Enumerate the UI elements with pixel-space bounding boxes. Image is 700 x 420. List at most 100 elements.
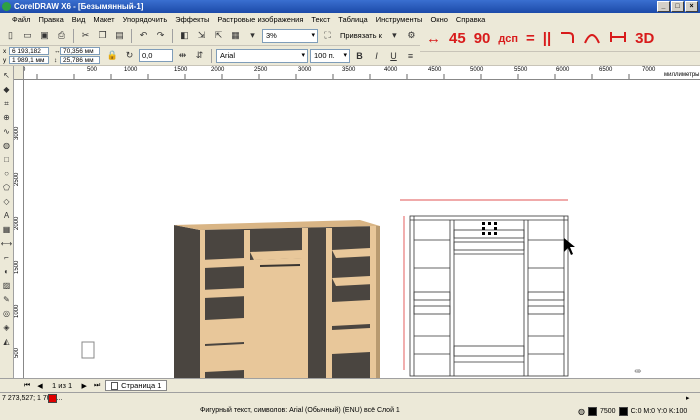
- rectangle-tool-icon[interactable]: □: [2, 154, 12, 165]
- menu-file[interactable]: Файл: [2, 15, 34, 24]
- horizontal-ruler[interactable]: 0 500 1000 1500 2000 2500 3000 3500 4000…: [24, 66, 700, 80]
- dimension-lines[interactable]: [400, 199, 568, 378]
- cut-icon[interactable]: ✂: [78, 28, 93, 43]
- fill-indicator[interactable]: ◍ 7500 C:0 M:0 Y:0 K:100: [578, 407, 687, 416]
- freehand-tool-icon[interactable]: ∿: [2, 126, 12, 137]
- shape-tool-icon[interactable]: ◆: [2, 84, 12, 95]
- navigator-icon[interactable]: ⇼: [634, 367, 642, 377]
- y-position-input[interactable]: 1 989,1 мм: [9, 55, 49, 64]
- y-axis-label: y: [3, 56, 7, 64]
- zoom-level-select[interactable]: 3%: [262, 28, 318, 43]
- font-family-select[interactable]: Arial: [216, 48, 308, 63]
- maximize-button[interactable]: □: [671, 1, 684, 12]
- crop-tool-icon[interactable]: ⌗: [2, 98, 12, 109]
- macro-arc-button[interactable]: [579, 30, 605, 48]
- menu-table[interactable]: Таблица: [334, 15, 371, 24]
- text-tool-icon[interactable]: A: [2, 210, 12, 221]
- next-page-icon[interactable]: ▶: [79, 382, 89, 390]
- first-page-icon[interactable]: ⏮: [22, 382, 32, 390]
- macro-45-button[interactable]: 45: [445, 30, 470, 47]
- publish-pdf-icon[interactable]: ▦: [228, 28, 243, 43]
- x-position-input[interactable]: 6 193,182 мм: [9, 46, 49, 62]
- menu-view[interactable]: Вид: [68, 15, 90, 24]
- print-icon[interactable]: ⎙: [54, 28, 69, 43]
- page-navigator: ⏮ ◀ 1 из 1 ▶ ⏭ Страница 1: [0, 378, 700, 392]
- macro-double-arrow-button[interactable]: ↔: [422, 30, 445, 47]
- table-tool-icon[interactable]: ▦: [2, 224, 12, 235]
- export-icon[interactable]: ⇱: [211, 28, 226, 43]
- rotation-angle-input[interactable]: 0,0: [139, 49, 173, 62]
- ruler-origin[interactable]: [14, 66, 24, 80]
- ellipse-tool-icon[interactable]: ○: [2, 168, 12, 179]
- last-page-icon[interactable]: ⏭: [92, 382, 102, 390]
- menu-edit[interactable]: Правка: [34, 15, 67, 24]
- menu-text[interactable]: Текст: [307, 15, 334, 24]
- lock-ratio-icon[interactable]: 🔒: [105, 48, 120, 63]
- close-button[interactable]: ×: [685, 1, 698, 12]
- options-icon[interactable]: ⚙: [404, 28, 419, 43]
- chevron-down-icon[interactable]: ▾: [387, 28, 402, 43]
- mirror-horizontal-icon[interactable]: ⇹: [175, 48, 190, 63]
- wardrobe-front-drawing[interactable]: [409, 215, 569, 377]
- menu-tools[interactable]: Инструменты: [372, 15, 427, 24]
- blend-tool-icon[interactable]: ◐: [2, 266, 12, 277]
- menu-layout[interactable]: Макет: [89, 15, 118, 24]
- eyedropper-tool-icon[interactable]: ✎: [2, 294, 12, 305]
- prev-page-icon[interactable]: ◀: [35, 382, 45, 390]
- italic-icon[interactable]: I: [369, 48, 384, 63]
- macro-dsp-button[interactable]: дсп: [494, 33, 522, 45]
- width-input[interactable]: 70,356 мм: [60, 46, 100, 55]
- color-swatch[interactable]: [48, 394, 57, 403]
- paste-icon[interactable]: ▤: [112, 28, 127, 43]
- menu-bitmaps[interactable]: Растровые изображения: [213, 15, 307, 24]
- open-icon[interactable]: ▭: [20, 28, 35, 43]
- page-count: 1 из 1: [52, 381, 73, 390]
- outline-tool-icon[interactable]: ◎: [2, 308, 12, 319]
- dimension-tool-icon[interactable]: ⟷: [1, 238, 12, 249]
- toolbar-separator: [172, 28, 173, 43]
- macro-parallel-button[interactable]: ||: [539, 30, 555, 47]
- polygon-tool-icon[interactable]: ⬠: [2, 182, 12, 193]
- minimize-button[interactable]: _: [657, 1, 670, 12]
- copy-icon[interactable]: ❐: [95, 28, 110, 43]
- mirror-vertical-icon[interactable]: ⇵: [192, 48, 207, 63]
- page-tab-1[interactable]: Страница 1: [105, 380, 168, 391]
- app-launcher-icon[interactable]: ▾: [245, 28, 260, 43]
- import-icon[interactable]: ⇲: [194, 28, 209, 43]
- fill-tool-icon[interactable]: ◈: [2, 322, 12, 333]
- scroll-right-icon[interactable]: ▸: [686, 394, 698, 405]
- macro-corner-button[interactable]: [555, 30, 579, 48]
- vertical-ruler[interactable]: 3000 2500 2000 1500 1000 500: [14, 80, 24, 378]
- interactive-fill-icon[interactable]: ◭: [2, 336, 12, 347]
- macro-dimension-button[interactable]: [605, 30, 631, 48]
- ruler-tick-label: 6000: [556, 67, 570, 73]
- font-size-select[interactable]: 100 п.: [310, 48, 350, 63]
- height-input[interactable]: 25,786 мм: [60, 55, 100, 64]
- pick-tool-icon[interactable]: ↖: [2, 70, 12, 81]
- zoom-tool-icon[interactable]: ⊕: [2, 112, 12, 123]
- transparency-tool-icon[interactable]: ▨: [2, 280, 12, 291]
- macro-90-button[interactable]: 90: [470, 30, 495, 47]
- macro-equal-button[interactable]: =: [522, 30, 539, 47]
- redo-icon[interactable]: ↷: [153, 28, 168, 43]
- menu-window[interactable]: Окно: [426, 15, 451, 24]
- undo-icon[interactable]: ↶: [136, 28, 151, 43]
- smart-fill-icon[interactable]: ◍: [2, 140, 12, 151]
- macro-3d-button[interactable]: 3D: [631, 30, 658, 47]
- snap-to-dropdown[interactable]: Привязать к: [337, 31, 385, 40]
- search-content-icon[interactable]: ◧: [177, 28, 192, 43]
- bold-icon[interactable]: B: [352, 48, 367, 63]
- basic-shapes-icon[interactable]: ◇: [2, 196, 12, 207]
- menu-effects[interactable]: Эффекты: [171, 15, 213, 24]
- selection-handles[interactable]: [482, 222, 497, 235]
- underline-icon[interactable]: U: [386, 48, 401, 63]
- save-icon[interactable]: ▣: [37, 28, 52, 43]
- full-screen-icon[interactable]: ⛶: [320, 28, 335, 43]
- connector-tool-icon[interactable]: ⌐: [2, 252, 12, 263]
- drawing-canvas[interactable]: ⇼: [24, 80, 700, 378]
- wardrobe-3d-model[interactable]: [174, 220, 380, 378]
- menu-arrange[interactable]: Упорядочить: [119, 15, 172, 24]
- align-icon[interactable]: ≡: [403, 48, 418, 63]
- menu-help[interactable]: Справка: [452, 15, 489, 24]
- new-document-icon[interactable]: ▯: [3, 28, 18, 43]
